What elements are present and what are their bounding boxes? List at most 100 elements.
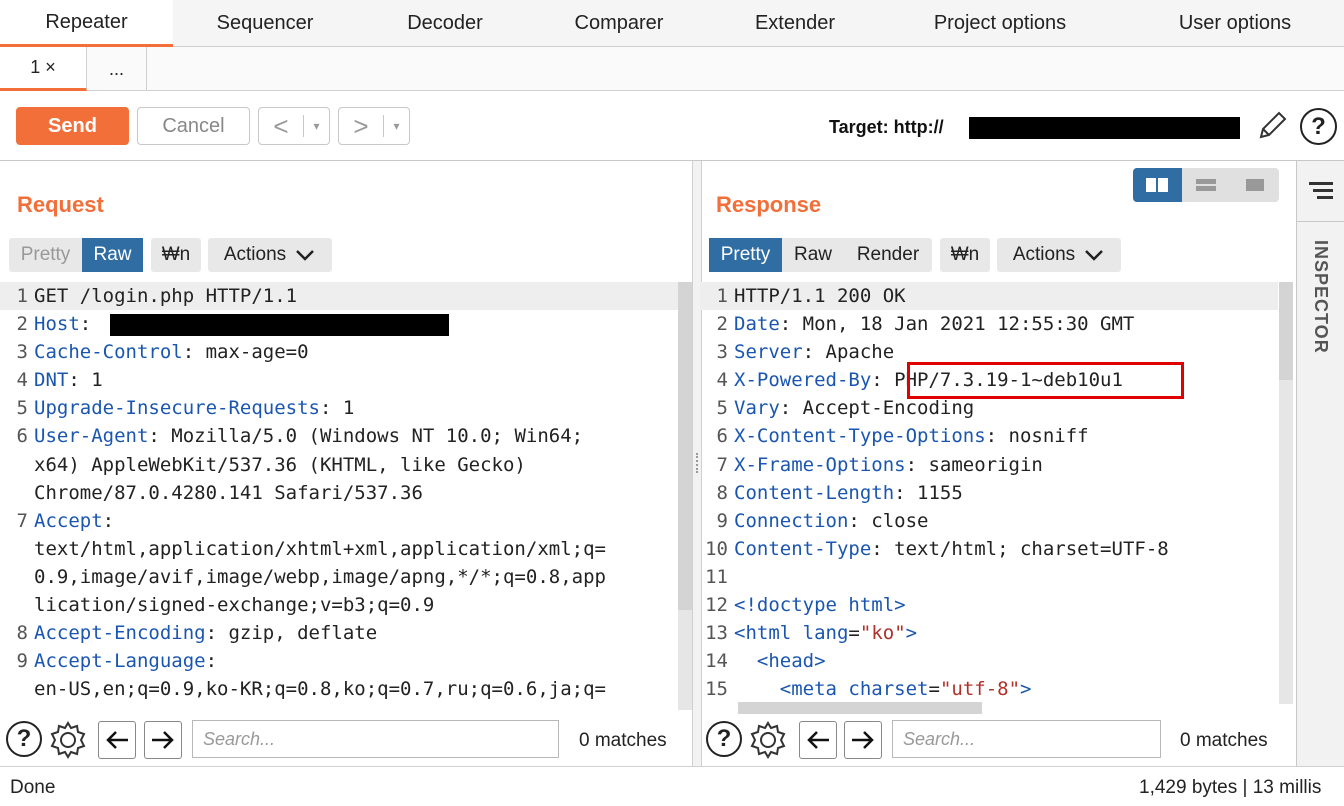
line-number: 8 <box>716 481 728 504</box>
layout-side-by-side-icon[interactable] <box>1133 168 1182 202</box>
line-number: 10 <box>705 537 728 560</box>
cancel-button[interactable]: Cancel <box>137 107 250 145</box>
request-scrollbar[interactable] <box>678 282 692 710</box>
redacted-host <box>110 314 449 336</box>
tab-decoder[interactable]: Decoder <box>360 0 530 47</box>
tab-repeater[interactable]: Repeater <box>0 0 173 47</box>
line-number: 12 <box>705 594 728 617</box>
line-number: 13 <box>705 622 728 645</box>
response-help-icon[interactable]: ? <box>706 721 742 757</box>
line-text: Upgrade-Insecure-Requests: 1 <box>34 397 355 420</box>
line-text: Connection: close <box>734 509 929 532</box>
line-text: X-Content-Type-Options: nosniff <box>734 425 1089 448</box>
send-button[interactable]: Send <box>16 107 129 145</box>
request-newline-toggle[interactable]: ₩n <box>151 238 201 272</box>
response-search-prev-button[interactable] <box>799 721 837 759</box>
request-line: lication/signed-exchange;v=b3;q=0.9 <box>0 591 678 619</box>
line-text: HTTP/1.1 200 OK <box>734 285 906 307</box>
line-number <box>0 563 34 591</box>
inspector-tab[interactable]: INSPECTOR <box>1310 240 1331 354</box>
line-text: <meta charset="utf-8"> <box>779 678 1032 701</box>
request-tab-pretty[interactable]: Pretty <box>9 238 82 272</box>
response-search-input[interactable]: Search... <box>892 720 1161 758</box>
request-help-icon[interactable]: ? <box>6 721 42 757</box>
tab-sequencer[interactable]: Sequencer <box>180 0 350 47</box>
line-text: Accept: <box>34 509 115 532</box>
request-actions-button[interactable]: Actions <box>208 238 332 272</box>
response-scroll-thumb[interactable] <box>1279 282 1293 380</box>
response-line: 9 Connection: close <box>700 507 1278 535</box>
chevron-down-icon <box>1085 250 1104 261</box>
repeater-tab-1[interactable]: 1 × <box>0 47 87 91</box>
tab-extender[interactable]: Extender <box>710 0 880 47</box>
layout-single-icon[interactable] <box>1230 168 1279 202</box>
response-line: 15 <meta charset="utf-8"> <box>700 675 1278 703</box>
line-number <box>0 479 34 507</box>
line-text: Cache-Control: max-age=0 <box>34 341 309 364</box>
line-number: 8 <box>16 622 28 645</box>
line-number <box>0 675 34 703</box>
line-number: 9 <box>16 650 28 673</box>
line-number: 9 <box>716 509 728 532</box>
line-text: <head> <box>756 650 826 673</box>
back-nav-group[interactable]: < ▾ <box>258 107 330 145</box>
arrow-left-icon <box>106 731 128 749</box>
highlight-box <box>907 362 1184 399</box>
request-search-prev-button[interactable] <box>98 721 136 759</box>
request-tab-raw[interactable]: Raw <box>82 238 143 272</box>
response-settings-gear-icon[interactable] <box>748 720 788 760</box>
response-tab-render[interactable]: Render <box>844 238 932 272</box>
response-newline-toggle[interactable]: ₩n <box>940 238 990 272</box>
request-line: 0.9,image/avif,image/webp,image/apng,*/*… <box>0 563 678 591</box>
layout-stacked-icon[interactable] <box>1182 168 1231 202</box>
response-editor[interactable]: 1 HTTP/1.1 200 OK 2 Date: Mon, 18 Jan 2021 … <box>700 282 1278 704</box>
request-line: text/html,application/xhtml+xml,applicat… <box>0 535 678 563</box>
response-search-next-button[interactable] <box>844 721 882 759</box>
request-scroll-thumb[interactable] <box>678 282 692 610</box>
help-icon[interactable]: ? <box>1300 108 1337 145</box>
tab-project-options[interactable]: Project options <box>900 0 1100 47</box>
response-hscroll-thumb[interactable] <box>738 702 982 714</box>
target-label: Target: http:// <box>829 117 944 137</box>
tab-comparer[interactable]: Comparer <box>534 0 704 47</box>
request-line: x64) AppleWebKit/537.36 (KHTML, like Gec… <box>0 451 678 479</box>
request-line: 8 Accept-Encoding: gzip, deflate <box>0 619 678 647</box>
response-tab-pretty[interactable]: Pretty <box>709 238 782 272</box>
response-line: 7 X-Frame-Options: sameorigin <box>700 451 1278 479</box>
tab-user-options[interactable]: User options <box>1140 0 1330 47</box>
line-text: Accept-Encoding: gzip, deflate <box>34 622 378 645</box>
forward-nav-group[interactable]: > ▾ <box>338 107 410 145</box>
response-line: 10 Content-Type: text/html; charset=UTF-8 <box>700 535 1278 563</box>
pencil-icon[interactable] <box>1255 109 1289 143</box>
line-number: 6 <box>16 425 28 448</box>
back-button[interactable]: < <box>259 111 303 142</box>
line-text: User-Agent: Mozilla/5.0 (Windows NT 10.0… <box>34 425 584 448</box>
line-text: Chrome/87.0.4280.141 Safari/537.36 <box>34 481 423 504</box>
redacted-target-host <box>969 117 1240 139</box>
line-text: X-Frame-Options: sameorigin <box>734 453 1043 476</box>
response-tab-raw[interactable]: Raw <box>782 238 844 272</box>
line-number: 5 <box>16 397 28 420</box>
line-number: 3 <box>16 341 28 364</box>
response-scrollbar[interactable] <box>1279 282 1293 704</box>
line-number: 11 <box>705 565 728 588</box>
line-number: 6 <box>716 425 728 448</box>
back-dropdown-icon[interactable]: ▾ <box>303 115 329 137</box>
forward-dropdown-icon[interactable]: ▾ <box>383 115 409 137</box>
request-line: 7 Accept: <box>0 507 678 535</box>
request-editor[interactable]: 1 GET /login.php HTTP/1.1 2 Host: 3 Cache-Co… <box>0 282 678 710</box>
request-settings-gear-icon[interactable] <box>48 720 88 760</box>
request-search-next-button[interactable] <box>144 721 182 759</box>
forward-button[interactable]: > <box>339 111 383 142</box>
response-line: 11 <box>700 563 1278 591</box>
response-match-count: 0 matches <box>1180 730 1268 751</box>
repeater-tab-more[interactable]: ... <box>87 47 147 91</box>
response-actions-button[interactable]: Actions <box>997 238 1121 272</box>
request-line: 1 GET /login.php HTTP/1.1 <box>0 282 678 311</box>
arrow-right-icon <box>852 731 874 749</box>
request-search-input[interactable]: Search... <box>192 720 559 758</box>
line-text: GET /login.php HTTP/1.1 <box>34 285 298 307</box>
line-text: Server: Apache <box>734 341 895 364</box>
menu-icon[interactable] <box>1307 179 1335 201</box>
response-line: 2 Date: Mon, 18 Jan 2021 12:55:30 GMT <box>700 310 1278 338</box>
